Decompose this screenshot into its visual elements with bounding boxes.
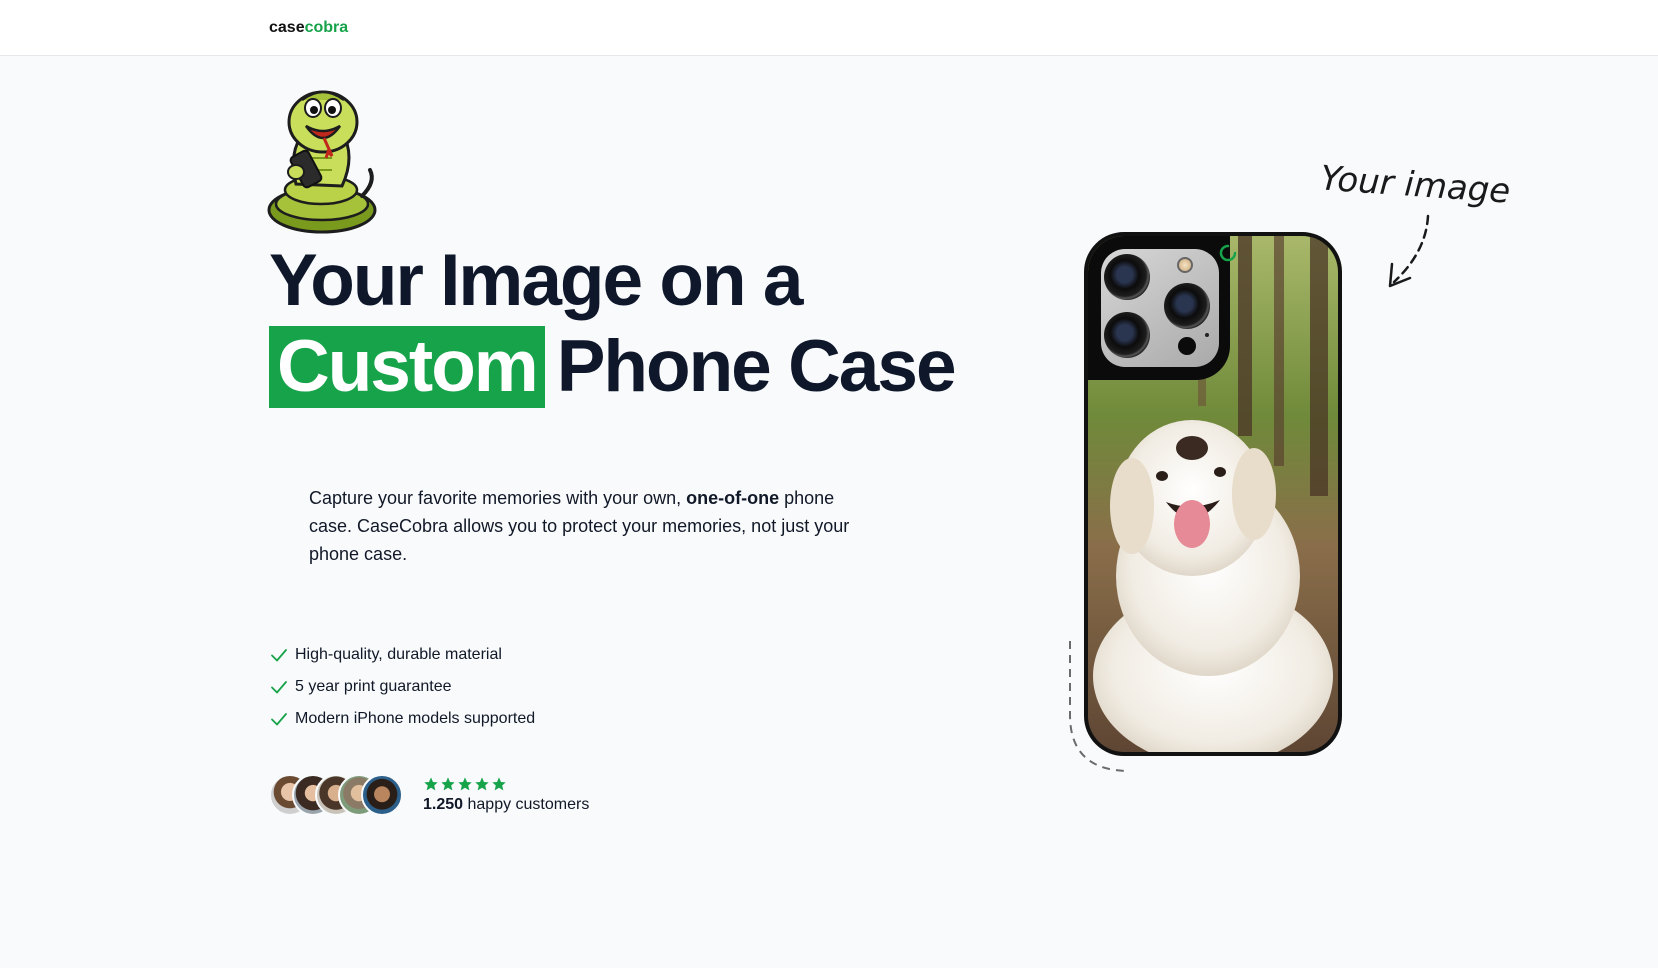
feature-item: 5 year print guarantee xyxy=(269,671,535,703)
check-icon xyxy=(271,681,287,694)
hero-title-line1: Your Image on a xyxy=(269,240,803,321)
feature-label: Modern iPhone models supported xyxy=(295,710,536,727)
your-image-label: Your image xyxy=(1319,160,1510,212)
camera-plate xyxy=(1101,249,1219,367)
mic-hole-icon xyxy=(1205,333,1209,337)
customer-count: 1.250 happy customers xyxy=(423,796,589,814)
hero-title-highlight: Custom xyxy=(269,326,545,408)
logo-text-cobra: cobra xyxy=(304,19,349,36)
feature-item: High-quality, durable material xyxy=(269,639,535,671)
logo-text-case: case xyxy=(269,19,305,36)
hero-title-line2: Custom Phone Case xyxy=(269,326,957,408)
star-icon xyxy=(458,777,472,791)
customer-count-number: 1.250 xyxy=(423,796,464,813)
loading-spinner-icon xyxy=(1219,244,1237,262)
star-icon xyxy=(475,777,489,791)
camera-module xyxy=(1088,236,1230,380)
customer-count-label: happy customers xyxy=(463,796,590,813)
camera-lens-icon xyxy=(1104,312,1150,358)
camera-flash-icon xyxy=(1177,257,1193,273)
your-image-annotation: Your image xyxy=(1319,160,1510,288)
star-rating xyxy=(423,776,589,794)
description-bold: one-of-one xyxy=(686,488,780,508)
description-text-start: Capture your favorite memories with your… xyxy=(309,488,687,508)
star-icon xyxy=(441,777,455,791)
avatar-group xyxy=(269,774,403,816)
feature-label: 5 year print guarantee xyxy=(295,678,452,695)
navbar: casecobra xyxy=(0,0,1658,56)
social-proof: 1.250 happy customers xyxy=(269,774,589,816)
star-icon xyxy=(424,777,438,791)
logo-link[interactable]: casecobra xyxy=(269,19,348,37)
feature-list: High-quality, durable material 5 year pr… xyxy=(269,639,535,735)
check-icon xyxy=(271,713,287,726)
feature-label: High-quality, durable material xyxy=(295,646,502,663)
camera-lens-icon xyxy=(1164,283,1210,329)
check-icon xyxy=(271,649,287,662)
hero-title-rest: Phone Case xyxy=(556,326,957,407)
star-icon xyxy=(492,777,506,791)
rating-block: 1.250 happy customers xyxy=(423,776,589,814)
user-avatar-5 xyxy=(361,774,403,816)
feature-item: Modern iPhone models supported xyxy=(269,703,535,735)
phone-case-preview xyxy=(1084,232,1342,756)
camera-lens-icon xyxy=(1104,254,1150,300)
hero-description: Capture your favorite memories with your… xyxy=(309,484,869,568)
lidar-sensor-icon xyxy=(1178,337,1196,355)
snake-mascot-icon xyxy=(267,90,377,234)
